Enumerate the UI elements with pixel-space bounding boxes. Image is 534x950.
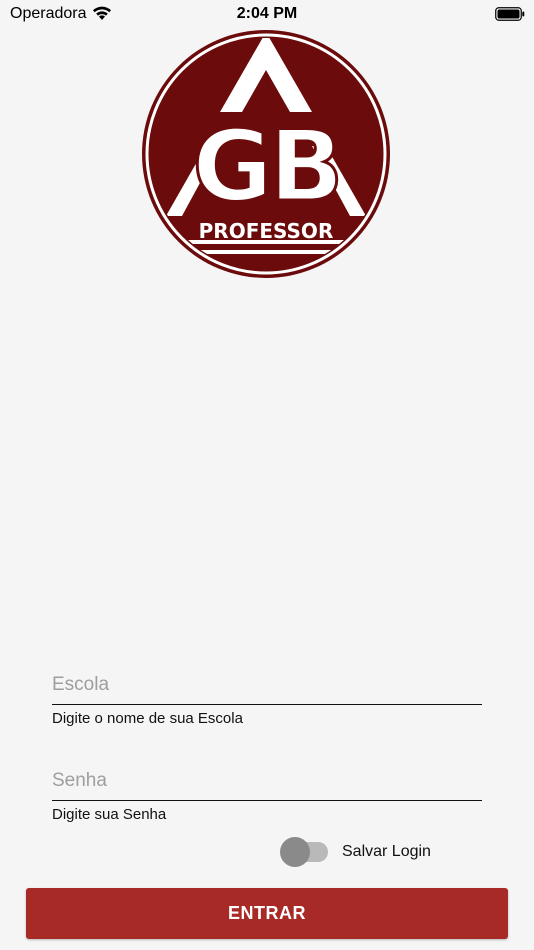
logo-caption: PROFESSOR (199, 219, 334, 243)
status-time: 2:04 PM (236, 5, 298, 22)
school-input[interactable] (52, 674, 482, 705)
app-logo: GB PROFESSOR (142, 30, 390, 278)
logo-letters: GB (192, 110, 339, 224)
toggle-thumb (280, 837, 310, 867)
school-field: Digite o nome de sua Escola (52, 674, 482, 727)
password-input[interactable] (52, 770, 482, 801)
save-login-row: Salvar Login (280, 836, 431, 868)
password-hint: Digite sua Senha (52, 806, 167, 823)
save-login-label: Salvar Login (342, 843, 431, 860)
battery-icon (495, 7, 525, 21)
password-field: Digite sua Senha (52, 770, 482, 823)
save-login-toggle[interactable] (280, 837, 330, 867)
school-hint: Digite o nome de sua Escola (52, 710, 243, 727)
login-button[interactable]: ENTRAR (26, 888, 508, 939)
status-bar: Operadora 2:04 PM (0, 0, 534, 28)
